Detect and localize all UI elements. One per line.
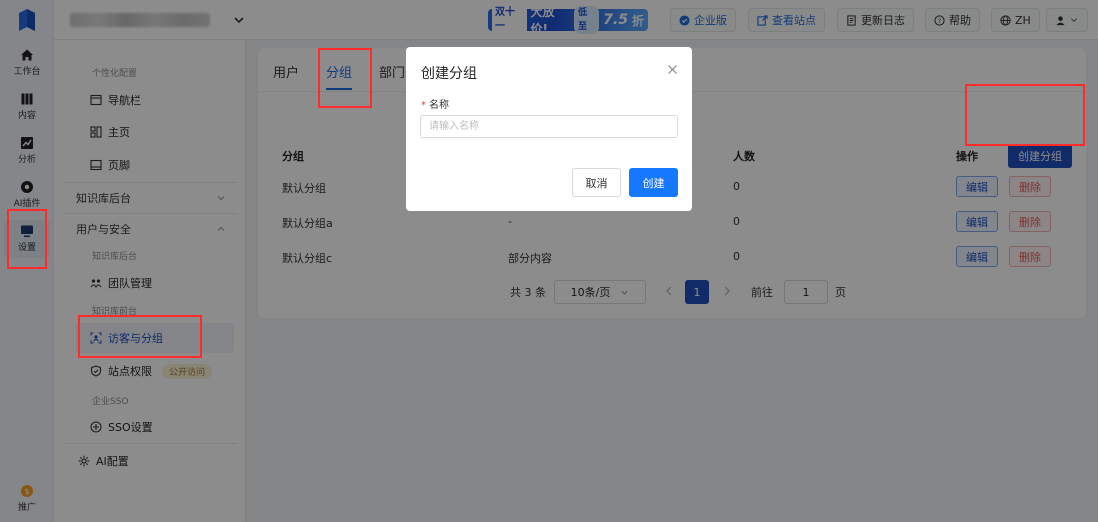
- close-icon[interactable]: [667, 64, 678, 75]
- name-label-text: 名称: [429, 100, 449, 111]
- dialog-title: 创建分组: [421, 66, 477, 82]
- create-group-dialog: 创建分组 * 名称 请输入名称 取消 创建: [406, 47, 692, 211]
- cancel-button[interactable]: 取消: [572, 168, 621, 197]
- name-field-label: * 名称: [421, 96, 449, 111]
- required-mark: *: [421, 100, 426, 111]
- group-name-input[interactable]: 请输入名称: [420, 115, 678, 138]
- create-button[interactable]: 创建: [629, 168, 678, 197]
